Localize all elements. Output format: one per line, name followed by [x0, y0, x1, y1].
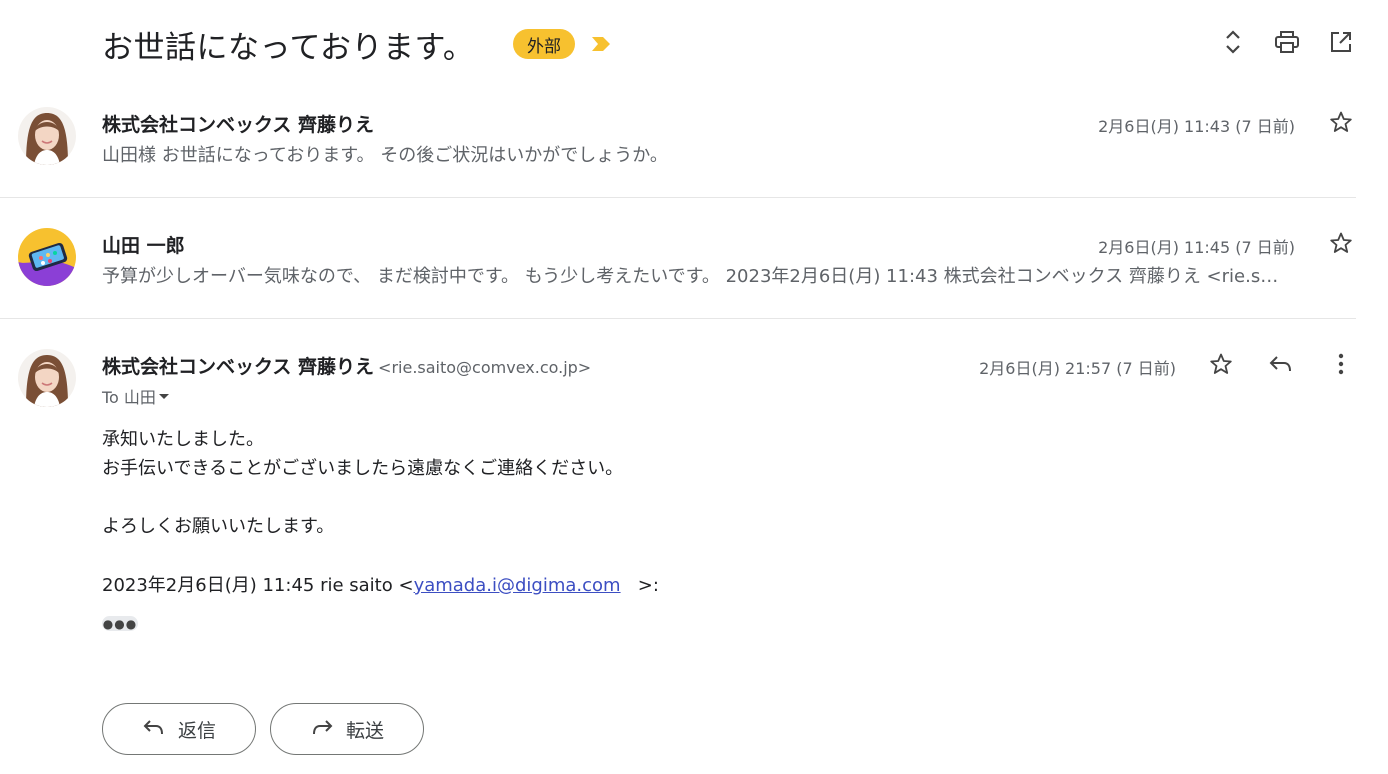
body-line: よろしくお願いいたします。: [102, 516, 335, 537]
unfold-icon: [1223, 28, 1243, 60]
star-button[interactable]: [1327, 110, 1355, 138]
reply-action-button[interactable]: 返信: [102, 703, 256, 755]
quoted-email-link[interactable]: yamada.i@digima.com: [414, 575, 621, 596]
avatar[interactable]: [18, 107, 76, 165]
reply-label: 返信: [177, 719, 216, 742]
expand-all-button[interactable]: [1219, 30, 1247, 58]
avatar[interactable]: [18, 349, 76, 407]
forward-icon: [310, 717, 334, 742]
star-button[interactable]: [1207, 352, 1235, 380]
quote-prefix: 2023年2月6日(月) 11:45 rie saito <: [102, 575, 414, 596]
message-snippet[interactable]: 予算が少しオーバー気味なので、 まだ検討中です。 もう少し考えたいです。 202…: [102, 262, 1348, 288]
message-date: 2月6日(月) 21:57 (7 日前): [979, 359, 1176, 378]
divider: [0, 197, 1356, 198]
avatar[interactable]: [18, 228, 76, 286]
message-sender-line: 株式会社コンベックス 齊藤りえ <rie.saito@comvex.co.jp>: [102, 352, 591, 379]
sender-email: <rie.saito@comvex.co.jp>: [378, 358, 592, 377]
star-icon: [1329, 110, 1353, 138]
body-line: お手伝いできることがございましたら遠慮なくご連絡ください。: [102, 458, 624, 479]
important-marker-icon[interactable]: [590, 35, 612, 57]
reply-button[interactable]: [1267, 352, 1295, 380]
reply-icon: [142, 717, 166, 742]
print-button[interactable]: [1273, 30, 1301, 58]
message-snippet[interactable]: 山田様 お世話になっております。 その後ご状況はいかがでしょうか。: [102, 141, 1352, 167]
message-sender: 株式会社コンベックス 齊藤りえ: [102, 356, 375, 378]
star-icon: [1209, 352, 1233, 380]
quote-suffix: >:: [637, 575, 659, 596]
open-in-new-window-button[interactable]: [1327, 30, 1355, 58]
message-date: 2月6日(月) 11:43 (7 日前): [1098, 117, 1295, 136]
email-subject: お世話になっております。: [102, 30, 475, 66]
print-icon: [1274, 30, 1300, 58]
open-in-new-window-icon: [1329, 30, 1353, 58]
recipients-toggle[interactable]: To 山田: [102, 384, 170, 408]
reply-icon: [1268, 353, 1294, 379]
more-horizontal-icon: ●●●: [102, 616, 138, 631]
external-label-badge[interactable]: 外部: [513, 29, 575, 59]
message-sender: 株式会社コンベックス 齊藤りえ: [102, 114, 375, 136]
divider: [0, 318, 1356, 319]
more-vertical-icon: [1338, 353, 1344, 379]
message-sender: 山田 一郎: [102, 235, 185, 257]
forward-label: 転送: [345, 719, 384, 742]
chevron-down-icon: [158, 387, 170, 406]
message-date: 2月6日(月) 11:45 (7 日前): [1098, 238, 1295, 257]
show-trimmed-content-button[interactable]: ●●●: [102, 616, 138, 631]
star-button[interactable]: [1327, 231, 1355, 259]
quote-header: 2023年2月6日(月) 11:45 rie saito <yamada.i@d…: [102, 571, 659, 597]
more-options-button[interactable]: [1327, 352, 1355, 380]
forward-action-button[interactable]: 転送: [270, 703, 424, 755]
body-line: 承知いたしました。: [102, 429, 264, 450]
recipients-label: To 山田: [102, 388, 156, 407]
star-icon: [1329, 231, 1353, 259]
